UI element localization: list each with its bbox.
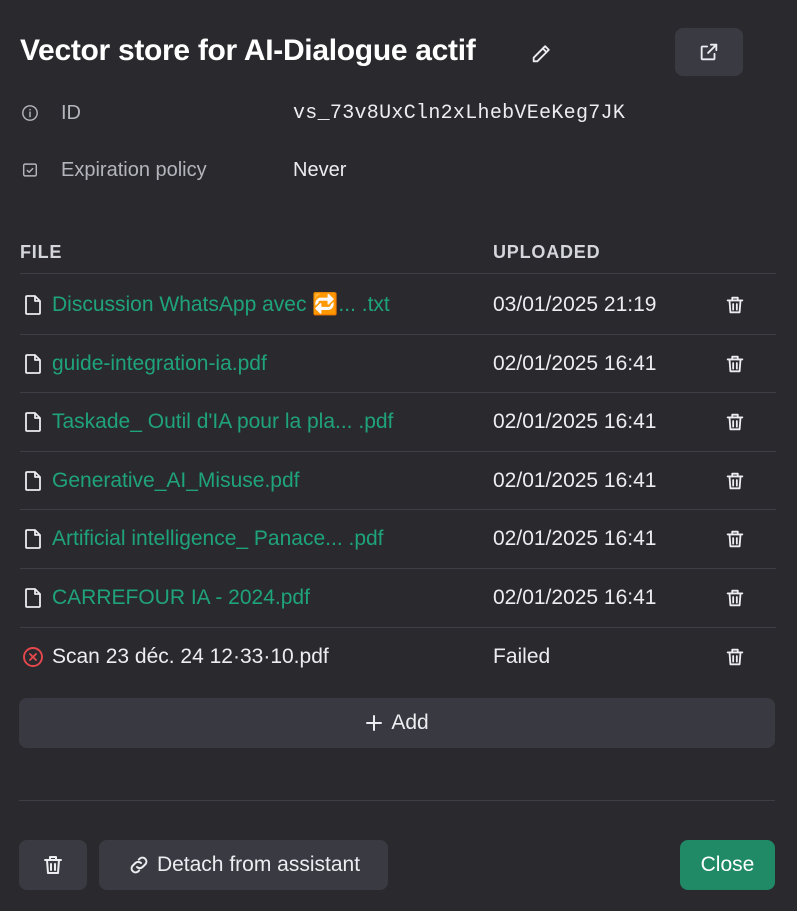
file-icon (22, 587, 44, 609)
open-external-button[interactable] (675, 28, 743, 76)
file-icon (22, 294, 44, 316)
column-header-file: FILE (20, 242, 63, 262)
table-row: guide-integration-ia.pdf 02/01/2025 16:4… (20, 335, 776, 394)
file-name-link[interactable]: guide-integration-ia.pdf (52, 352, 267, 376)
add-button-label: Add (391, 711, 429, 734)
files-table-header: FILE UPLOADED (20, 240, 776, 274)
error-circle-icon (22, 646, 44, 668)
file-icon (22, 411, 44, 433)
uploaded-date: 02/01/2025 16:41 (493, 468, 657, 492)
file-name-link[interactable]: Discussion WhatsApp avec 🔁... .txt (52, 293, 390, 317)
divider (19, 800, 775, 801)
upload-status-failed: Failed (493, 644, 551, 668)
add-file-button[interactable]: Add (19, 698, 775, 748)
file-name-link[interactable]: Artificial intelligence_ Panace... .pdf (52, 527, 384, 551)
close-button[interactable]: Close (680, 840, 775, 890)
plus-icon (365, 714, 383, 732)
edit-title-button[interactable] (524, 38, 558, 70)
file-icon (22, 353, 44, 375)
trash-icon[interactable] (722, 585, 748, 611)
page-title: Vector store for AI-Dialogue actif (20, 34, 476, 67)
detach-button-label: Detach from assistant (156, 853, 361, 876)
trash-icon[interactable] (722, 526, 748, 552)
expiration-value: Never (293, 158, 347, 181)
uploaded-date: 02/01/2025 16:41 (493, 527, 657, 551)
uploaded-date: 02/01/2025 16:41 (493, 351, 657, 375)
expiration-row: Expiration policy Never (20, 155, 720, 185)
file-icon (22, 528, 44, 550)
link-icon (127, 853, 151, 877)
calendar-check-icon (20, 160, 40, 180)
table-row: Scan 23 déc. 24 12·33·10.pdf Failed (20, 628, 776, 687)
uploaded-date: 02/01/2025 16:41 (493, 410, 657, 434)
id-row: ID vs_73v8UxCln2xLhebVEeKeg7JK (20, 98, 720, 128)
detach-from-assistant-button[interactable]: Detach from assistant (99, 840, 388, 890)
trash-icon[interactable] (722, 468, 748, 494)
file-name-link[interactable]: Generative_AI_Misuse.pdf (52, 469, 299, 493)
id-label: ID (61, 101, 81, 124)
file-name-failed: Scan 23 déc. 24 12·33·10.pdf (52, 644, 329, 668)
expiration-label: Expiration policy (61, 158, 207, 181)
trash-icon[interactable] (722, 644, 748, 670)
table-row: Generative_AI_Misuse.pdf 02/01/2025 16:4… (20, 452, 776, 511)
uploaded-date: 02/01/2025 16:41 (493, 585, 657, 609)
table-row: CARREFOUR IA - 2024.pdf 02/01/2025 16:41 (20, 569, 776, 628)
files-table: Discussion WhatsApp avec 🔁... .txt 03/01… (20, 276, 776, 686)
table-row: Artificial intelligence_ Panace... .pdf … (20, 510, 776, 569)
table-row: Discussion WhatsApp avec 🔁... .txt 03/01… (20, 276, 776, 335)
info-icon (20, 103, 40, 123)
delete-vector-store-button[interactable] (19, 840, 87, 890)
id-value: vs_73v8UxCln2xLhebVEeKeg7JK (293, 101, 626, 125)
uploaded-date: 03/01/2025 21:19 (493, 293, 657, 316)
trash-icon (41, 853, 65, 877)
column-header-uploaded: UPLOADED (493, 242, 601, 262)
file-icon (22, 470, 44, 492)
trash-icon[interactable] (722, 351, 748, 377)
table-row: Taskade_ Outil d'IA pour la pla... .pdf … (20, 393, 776, 452)
file-name-link[interactable]: CARREFOUR IA - 2024.pdf (52, 586, 310, 610)
file-name-link[interactable]: Taskade_ Outil d'IA pour la pla... .pdf (52, 410, 393, 434)
external-link-icon (698, 41, 720, 63)
trash-icon[interactable] (722, 409, 748, 435)
pencil-icon (530, 43, 552, 65)
trash-icon[interactable] (722, 292, 748, 318)
